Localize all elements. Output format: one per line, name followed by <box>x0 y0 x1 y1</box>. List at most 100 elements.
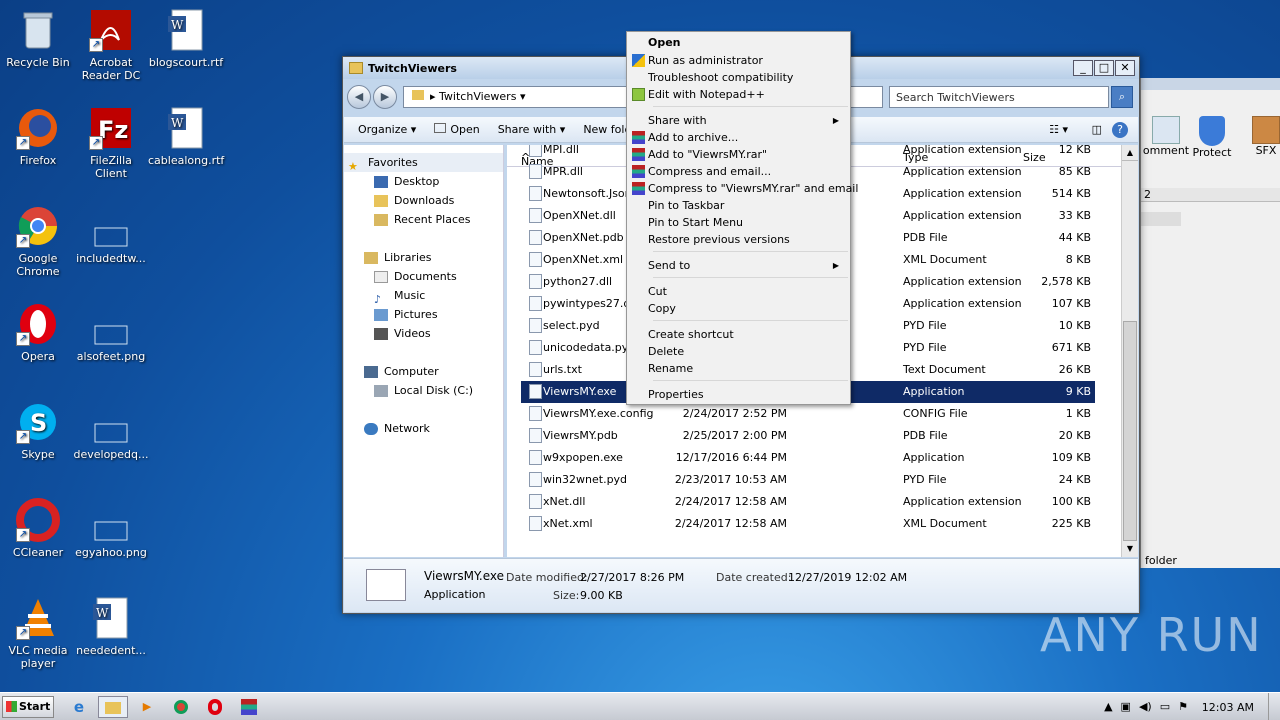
tray-expand-icon[interactable]: ▲ <box>1104 700 1112 713</box>
network-tray-icon[interactable]: ▭ <box>1160 700 1170 713</box>
menu-item-pin-start[interactable]: Pin to Start Menu <box>648 214 743 231</box>
table-row[interactable]: w9xpopen.exe 12/17/2016 6:44 PM Applicatio… <box>521 447 1095 469</box>
scrollbar-thumb[interactable] <box>1123 321 1137 541</box>
nav-local-disk[interactable]: Local Disk (C:) <box>344 381 503 400</box>
nav-documents[interactable]: Documents <box>344 267 503 286</box>
close-button[interactable]: ✕ <box>1115 60 1135 76</box>
scroll-down-arrow-icon[interactable]: ▼ <box>1122 541 1138 557</box>
organize-button[interactable]: Organize ▾ <box>358 123 416 136</box>
table-row[interactable]: xNet.xml 2/24/2017 12:58 AM XML Document 22… <box>521 513 1095 535</box>
desktop-icon-opera[interactable]: ↗ Opera <box>0 302 76 363</box>
menu-item-share-with[interactable]: Share with ▶ <box>648 112 846 129</box>
nav-favorites[interactable]: ★ Favorites <box>344 153 503 173</box>
menu-item-run-as-admin[interactable]: Run as administrator <box>648 52 763 69</box>
volume-icon[interactable]: ◀) <box>1139 700 1152 713</box>
new-folder-button[interactable]: New fold <box>583 123 631 136</box>
menu-item-open[interactable]: Open <box>648 34 681 51</box>
explorer-taskbar-icon[interactable] <box>98 696 128 718</box>
details-modified-label: Date modified: <box>506 571 588 584</box>
file-name: ViewrsMY.exe.config <box>543 407 654 420</box>
desktop-icon-acrobat[interactable]: ↗ Acrobat Reader DC <box>73 8 149 82</box>
nav-music[interactable]: ♪ Music <box>344 286 503 306</box>
menu-item-properties[interactable]: Properties <box>648 386 704 403</box>
menu-item-compress-rar-email[interactable]: Compress to "ViewrsMY.rar" and email <box>648 180 858 197</box>
nav-videos[interactable]: Videos <box>344 324 503 343</box>
start-button[interactable]: Start <box>2 696 54 718</box>
menu-item-add-to-archive[interactable]: Add to archive... <box>648 129 738 146</box>
vertical-scrollbar[interactable]: ▲ ▼ <box>1121 145 1138 557</box>
menu-item-delete[interactable]: Delete <box>648 343 684 360</box>
svg-text:W: W <box>171 18 184 32</box>
scroll-up-arrow-icon[interactable]: ▲ <box>1122 145 1138 161</box>
minimize-button[interactable]: _ <box>1073 60 1093 76</box>
desktop-icon-skype[interactable]: S ↗ Skype <box>0 400 76 461</box>
file-size: 1 KB <box>1065 407 1091 420</box>
menu-item-create-shortcut[interactable]: Create shortcut <box>648 326 734 343</box>
desktop-icon <box>374 176 388 188</box>
table-row[interactable]: ViewrsMY.pdb 2/25/2017 2:00 PM PDB File 20 … <box>521 425 1095 447</box>
menu-item-troubleshoot[interactable]: Troubleshoot compatibility <box>648 69 793 86</box>
file-icon <box>529 208 542 223</box>
nav-downloads[interactable]: Downloads <box>344 191 503 210</box>
menu-item-restore-versions[interactable]: Restore previous versions <box>648 231 790 248</box>
opera-taskbar-icon[interactable] <box>200 696 230 718</box>
menu-item-copy[interactable]: Copy <box>648 300 676 317</box>
desktop-icon-ccleaner[interactable]: ↗ CCleaner <box>0 498 76 559</box>
menu-item-edit-notepad[interactable]: Edit with Notepad++ <box>648 86 765 103</box>
file-size: 107 KB <box>1051 297 1091 310</box>
documents-icon <box>374 271 388 283</box>
table-row[interactable]: xNet.dll 2/24/2017 12:58 AM Application ex… <box>521 491 1095 513</box>
table-row[interactable]: win32wnet.pyd 2/23/2017 10:53 AM PYD File 2… <box>521 469 1095 491</box>
media-player-icon[interactable]: ▶ <box>132 696 162 718</box>
search-input[interactable]: Search TwitchViewers <box>889 86 1109 108</box>
desktop-icon-blogscourt[interactable]: W blogscourt.rtf <box>148 8 224 69</box>
preview-pane-button[interactable]: ◫ <box>1092 123 1102 136</box>
open-button[interactable]: Open <box>434 123 480 136</box>
menu-item-send-to[interactable]: Send to ▶ <box>648 257 846 274</box>
desktop-icon-cablealong[interactable]: W cablealong.rtf <box>148 106 224 167</box>
desktop-icon-alsofeet[interactable]: alsofeet.png <box>73 302 149 363</box>
share-with-button[interactable]: Share with ▾ <box>498 123 566 136</box>
menu-item-pin-taskbar[interactable]: Pin to Taskbar <box>648 197 724 214</box>
nav-recent-places[interactable]: Recent Places <box>344 210 503 229</box>
desktop-icon-vlc[interactable]: ↗ VLC media player <box>0 596 76 670</box>
desktop-icon-egyahoo[interactable]: egyahoo.png <box>73 498 149 559</box>
nav-desktop[interactable]: Desktop <box>344 172 503 191</box>
desktop-icon-includedtw[interactable]: includedtw... <box>73 204 149 265</box>
nav-libraries[interactable]: Libraries <box>344 248 503 267</box>
menu-item-rename[interactable]: Rename <box>648 360 693 377</box>
help-icon[interactable]: ? <box>1112 121 1128 138</box>
clock[interactable]: 12:03 AM <box>1202 701 1254 714</box>
desktop-icon-recycle-bin[interactable]: Recycle Bin <box>0 8 76 69</box>
nav-network[interactable]: Network <box>344 419 503 438</box>
menu-item-cut[interactable]: Cut <box>648 283 667 300</box>
desktop-icon-filezilla[interactable]: Fz ↗ FileZilla Client <box>73 106 149 180</box>
back-button[interactable]: ◀ <box>347 85 371 109</box>
sfx-tool[interactable]: SFX <box>1241 116 1280 157</box>
views-button[interactable]: ☷ ▾ <box>1049 123 1068 136</box>
menu-item-compress-email[interactable]: Compress and email... <box>648 163 771 180</box>
protect-tool[interactable]: Protect <box>1187 116 1237 159</box>
nav-computer[interactable]: Computer <box>344 362 503 381</box>
desktop-icon-neededent[interactable]: W neededent... <box>73 596 149 657</box>
desktop-icon-developedq[interactable]: developedq... <box>73 400 149 461</box>
nav-pictures[interactable]: Pictures <box>344 305 503 324</box>
comment-tool[interactable]: omment <box>1141 116 1191 157</box>
file-name: xNet.dll <box>543 495 586 508</box>
search-icon[interactable]: ⌕ <box>1111 86 1133 108</box>
menu-item-add-to-rar[interactable]: Add to "ViewrsMY.rar" <box>648 146 767 163</box>
show-desktop-button[interactable] <box>1268 693 1280 720</box>
forward-button[interactable]: ▶ <box>373 85 397 109</box>
desktop-icon-label: Recycle Bin <box>6 56 70 69</box>
desktop-icon-chrome[interactable]: ↗ Google Chrome <box>0 204 76 278</box>
exe-thumbnail-icon <box>366 569 406 601</box>
maximize-button[interactable]: □ <box>1094 60 1114 76</box>
chrome-taskbar-icon[interactable] <box>166 696 196 718</box>
table-row[interactable]: ViewrsMY.exe.config 2/24/2017 2:52 PM CONF… <box>521 403 1095 425</box>
winrar-taskbar-icon[interactable] <box>234 696 264 718</box>
desktop-icon-firefox[interactable]: ↗ Firefox <box>0 106 76 167</box>
tray-app-icon[interactable]: ▣ <box>1121 700 1131 713</box>
ie-icon[interactable]: e <box>64 696 94 718</box>
window-title: TwitchViewers <box>368 61 457 75</box>
action-center-flag-icon[interactable]: ⚑ <box>1178 700 1188 713</box>
